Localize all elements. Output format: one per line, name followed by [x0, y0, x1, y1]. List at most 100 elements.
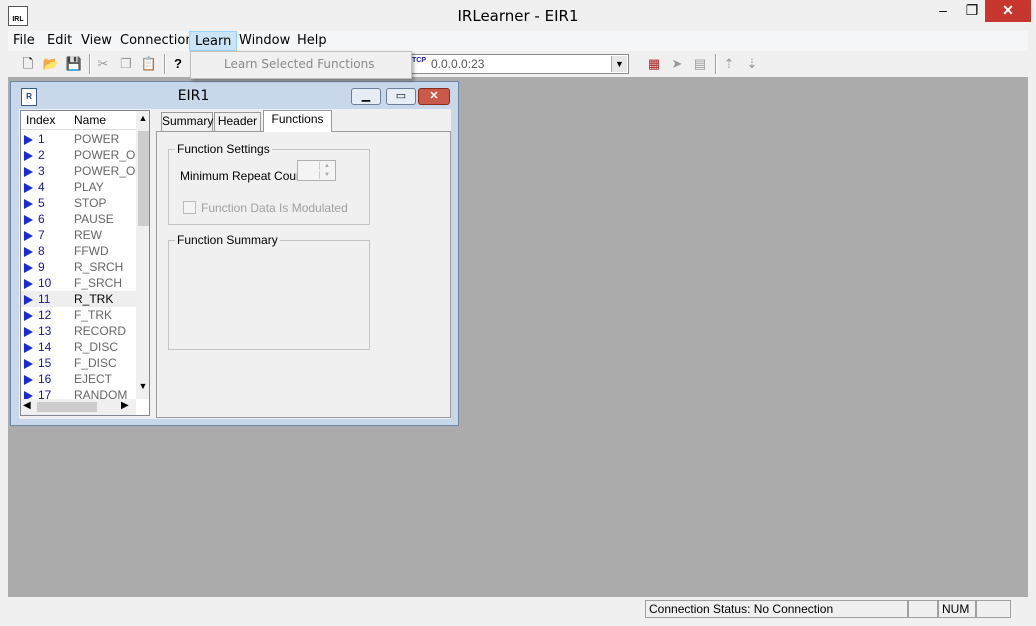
send-icon[interactable]: ➤: [667, 54, 687, 74]
arrow-icon: [24, 231, 33, 241]
row-index: 2: [38, 148, 45, 162]
chevron-up-icon[interactable]: ▲: [319, 162, 334, 170]
maximize-button[interactable]: ❐: [960, 0, 984, 22]
upload-icon[interactable]: ⇡: [719, 54, 739, 74]
group-label: Function Settings: [175, 142, 272, 156]
horizontal-scrollbar[interactable]: ◀ ▶: [21, 399, 136, 415]
paste-icon[interactable]: 📋: [139, 54, 159, 74]
modulated-checkbox[interactable]: [183, 201, 196, 214]
connection-status: Connection Status: No Connection: [645, 600, 908, 618]
function-list[interactable]: Index Name 1 POWER 2 POWER_ON 3 POWER_OFF 4 PLA…: [20, 110, 150, 416]
new-icon[interactable]: 🗋: [18, 54, 38, 74]
open-icon[interactable]: 📂: [41, 54, 61, 74]
connection-address-combo[interactable]: TCP 0.0.0.0:23 ▼: [408, 54, 629, 74]
device-icon[interactable]: ▦: [644, 54, 664, 74]
menu-learn[interactable]: Learn: [189, 31, 238, 51]
menu-bar: File Edit View Connection Learn Window H…: [8, 31, 1028, 51]
list-item[interactable]: 8 FFWD: [21, 243, 137, 259]
scroll-right-icon[interactable]: ▶: [121, 400, 129, 411]
menu-connection[interactable]: Connection: [115, 31, 199, 51]
tab-summary[interactable]: Summary: [161, 112, 213, 131]
save-icon[interactable]: 💾: [64, 54, 84, 74]
list-item[interactable]: 13 RECORD: [21, 323, 137, 339]
list-item[interactable]: 9 R_SRCH: [21, 259, 137, 275]
arrow-icon: [24, 327, 33, 337]
row-index: 7: [38, 228, 45, 242]
row-index: 14: [38, 340, 52, 354]
row-name: FFWD: [74, 244, 109, 258]
list-item[interactable]: 11 R_TRK: [21, 291, 137, 307]
arrow-icon: [24, 135, 33, 145]
close-button[interactable]: ✕: [985, 0, 1031, 22]
scroll-left-icon[interactable]: ◀: [23, 400, 31, 411]
row-name: PAUSE: [74, 212, 114, 226]
arrow-icon: [24, 199, 33, 209]
chevron-down-icon[interactable]: ▼: [611, 56, 627, 72]
list-item[interactable]: 16 EJECT: [21, 371, 137, 387]
title-bar: IRL IRLearner - EIR1 – ❐ ✕: [0, 0, 1036, 31]
row-name: POWER: [74, 132, 120, 146]
arrow-icon: [24, 167, 33, 177]
row-index: 9: [38, 260, 45, 274]
list-item[interactable]: 4 PLAY: [21, 179, 137, 195]
column-header-index[interactable]: Index: [26, 113, 55, 127]
row-name: RECORD: [74, 324, 127, 338]
child-maximize-button[interactable]: ▭: [386, 88, 416, 105]
menu-window[interactable]: Window: [234, 31, 295, 51]
list-item[interactable]: 2 POWER_ON: [21, 147, 144, 163]
row-name: F_SRCH: [74, 276, 123, 290]
arrow-icon: [24, 375, 33, 385]
list-item[interactable]: 6 PAUSE: [21, 211, 137, 227]
menu-file[interactable]: File: [8, 31, 40, 51]
list-item[interactable]: 12 F_TRK: [21, 307, 137, 323]
arrow-icon: [24, 215, 33, 225]
arrow-icon: [24, 343, 33, 353]
modulated-label: Function Data Is Modulated: [201, 201, 348, 215]
arrow-icon: [24, 151, 33, 161]
help-icon[interactable]: ?: [168, 54, 188, 74]
row-index: 6: [38, 212, 45, 226]
download-icon[interactable]: ⇣: [742, 54, 762, 74]
menu-item-learn-selected-functions[interactable]: Learn Selected Functions: [224, 57, 374, 71]
scroll-thumb[interactable]: [37, 402, 97, 412]
row-index: 15: [38, 356, 52, 370]
list-item[interactable]: 10 F_SRCH: [21, 275, 137, 291]
vertical-scrollbar[interactable]: ▲ ▼: [136, 111, 149, 399]
child-close-button[interactable]: ✕: [418, 88, 450, 105]
learn-menu-dropdown: Learn Selected Functions: [190, 51, 412, 79]
repeat-count-label: Minimum Repeat Count: [180, 169, 307, 183]
menu-view[interactable]: View: [76, 31, 117, 51]
list-header: Index Name: [21, 111, 137, 130]
list-item[interactable]: 15 F_DISC: [21, 355, 137, 371]
cut-icon[interactable]: ✂: [93, 54, 113, 74]
function-summary-group: Function Summary: [168, 233, 370, 350]
scroll-down-icon[interactable]: ▼: [136, 381, 149, 391]
row-index: 1: [38, 132, 45, 146]
tab-header[interactable]: Header: [214, 112, 261, 131]
row-index: 11: [38, 292, 51, 306]
row-name: F_DISC: [74, 356, 117, 370]
row-index: 10: [38, 276, 52, 290]
column-header-name[interactable]: Name: [74, 113, 106, 127]
menu-help[interactable]: Help: [292, 31, 332, 51]
row-name: STOP: [74, 196, 107, 210]
list-item[interactable]: 14 R_DISC: [21, 339, 137, 355]
scroll-up-icon[interactable]: ▲: [136, 113, 149, 123]
num-lock-indicator: NUM: [938, 600, 976, 618]
menu-edit[interactable]: Edit: [42, 31, 77, 51]
transfer-icon[interactable]: ▤: [690, 54, 710, 74]
child-window-title: EIR1: [177, 88, 210, 104]
list-item[interactable]: 3 POWER_OFF: [21, 163, 149, 179]
chevron-down-icon[interactable]: ▼: [319, 171, 334, 179]
status-pane: [908, 600, 938, 618]
connection-address: 0.0.0.0:23: [431, 57, 485, 71]
repeat-count-spinner[interactable]: ▲ ▼: [297, 160, 336, 181]
child-minimize-button[interactable]: ▁: [351, 88, 381, 105]
tab-functions[interactable]: Functions: [263, 110, 332, 132]
copy-icon[interactable]: ❐: [116, 54, 136, 74]
list-item[interactable]: 1 POWER: [21, 131, 137, 147]
minimize-button[interactable]: –: [926, 0, 960, 22]
list-item[interactable]: 5 STOP: [21, 195, 137, 211]
list-item[interactable]: 7 REW: [21, 227, 137, 243]
scroll-thumb[interactable]: [138, 131, 149, 226]
